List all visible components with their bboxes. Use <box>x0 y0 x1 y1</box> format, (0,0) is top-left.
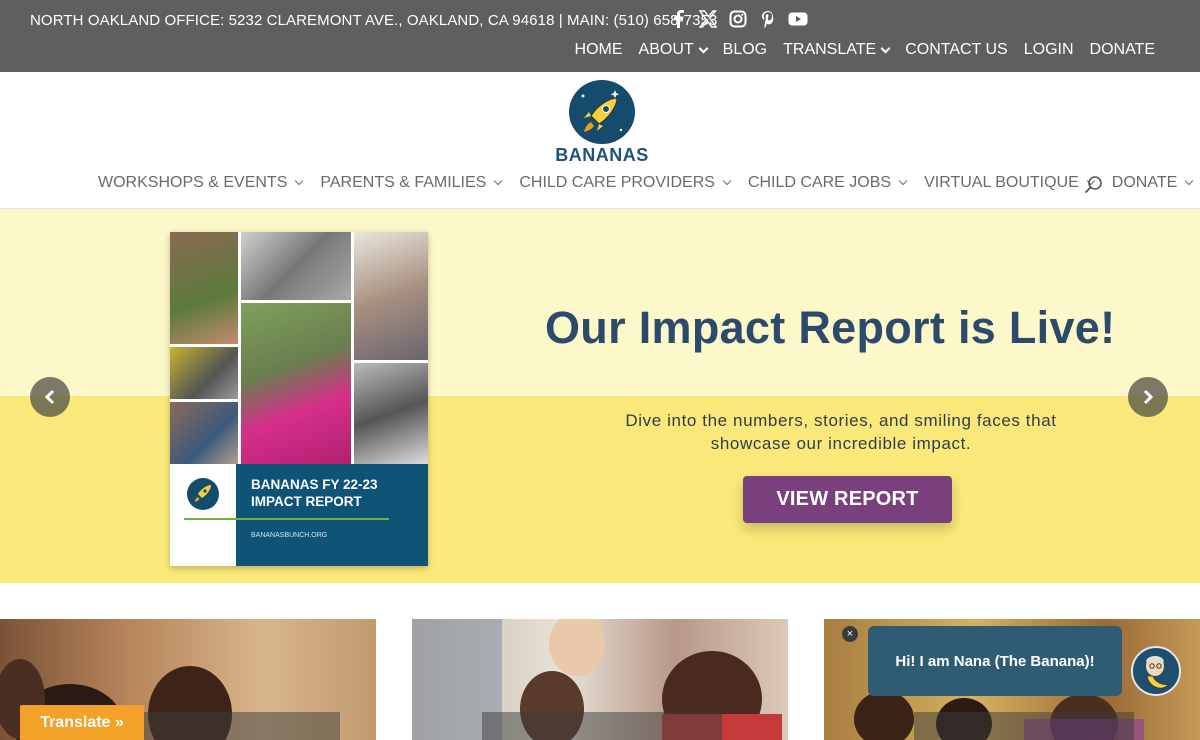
top-nav-donate[interactable]: DONATE <box>1090 41 1155 59</box>
view-report-button[interactable]: VIEW REPORT <box>743 476 952 523</box>
top-nav-blog[interactable]: BLOG <box>723 41 767 59</box>
top-nav-translate[interactable]: TRANSLATE <box>783 41 891 59</box>
hero-slider: BANANAS FY 22-23 IMPACT REPORT BANANASBU… <box>0 209 1200 583</box>
top-nav-label: TRANSLATE <box>783 41 877 58</box>
facebook-icon[interactable] <box>668 9 688 29</box>
chevron-down-icon <box>722 176 732 186</box>
nav-workshops-events[interactable]: WORKSHOPS & EVENTS <box>98 174 304 192</box>
nav-child-care-providers[interactable]: CHILD CARE PROVIDERS <box>519 174 732 192</box>
top-nav-label: HOME <box>574 41 623 58</box>
chevron-left-icon <box>44 389 55 405</box>
hero-subtitle: Dive into the numbers, stories, and smil… <box>625 411 1057 453</box>
nav-virtual-boutique[interactable]: VIRTUAL BOUTIQUE <box>924 174 1096 192</box>
feature-card-2[interactable] <box>412 619 788 740</box>
nav-parents-families[interactable]: PARENTS & FAMILIES <box>320 174 503 192</box>
chevron-down-icon <box>295 176 304 186</box>
collage-photo <box>170 347 238 399</box>
chevron-down-icon <box>1185 176 1194 186</box>
top-nav-home[interactable]: HOME <box>575 41 623 59</box>
rocket-icon <box>187 478 219 510</box>
nav-label: PARENTS & FAMILIES <box>320 174 487 191</box>
collage-photo <box>241 303 351 464</box>
pinterest-icon[interactable] <box>758 9 778 29</box>
x-icon[interactable] <box>698 9 718 29</box>
rocket-icon <box>569 80 635 144</box>
card-overlay <box>482 712 722 740</box>
nav-label: DONATE <box>1111 174 1178 191</box>
search-icon[interactable] <box>1084 175 1104 195</box>
main-navigation: WORKSHOPS & EVENTS PARENTS & FAMILIES CH… <box>98 174 1194 192</box>
nav-donate[interactable]: DONATE <box>1111 174 1194 192</box>
report-title: BANANAS FY 22-23 IMPACT REPORT <box>251 477 378 509</box>
top-nav-label: CONTACT US <box>905 41 1008 58</box>
top-navigation: HOME ABOUT BLOG TRANSLATE CONTACT US LOG… <box>575 41 1155 59</box>
chevron-down-icon <box>494 176 503 186</box>
top-nav-label: DONATE <box>1089 41 1155 58</box>
instagram-icon[interactable] <box>728 9 748 29</box>
translate-button[interactable]: Translate » <box>20 705 144 740</box>
top-nav-label: BLOG <box>722 41 768 58</box>
top-nav-about[interactable]: ABOUT <box>638 41 709 59</box>
top-nav-label: ABOUT <box>638 41 694 58</box>
report-url: BANANASBUNCH.ORG <box>251 532 328 539</box>
photo-collage <box>170 232 428 464</box>
hero-title: Our Impact Report is Live! <box>545 302 1116 353</box>
slider-next-button[interactable] <box>1128 377 1168 417</box>
top-nav-login[interactable]: LOGIN <box>1024 41 1074 59</box>
site-header: BANANAS WORKSHOPS & EVENTS PARENTS & FAM… <box>0 72 1200 209</box>
collage-photo <box>170 402 238 464</box>
chevron-down-icon <box>698 43 709 53</box>
social-links <box>668 9 808 29</box>
chevron-right-icon <box>1143 389 1154 405</box>
chevron-down-icon <box>898 176 908 186</box>
collage-photo <box>170 232 238 344</box>
nav-child-care-jobs[interactable]: CHILD CARE JOBS <box>747 174 908 192</box>
collage-photo <box>241 232 351 300</box>
collage-photo <box>354 363 428 464</box>
chevron-down-icon <box>880 43 891 53</box>
nav-label: CHILD CARE JOBS <box>747 174 892 191</box>
logo-text: BANANAS <box>555 145 649 165</box>
top-nav-contact-us[interactable]: CONTACT US <box>905 41 1008 59</box>
chatbot-avatar[interactable] <box>1131 646 1181 696</box>
nav-label: VIRTUAL BOUTIQUE <box>924 174 1079 191</box>
office-address: NORTH OAKLAND OFFICE: 5232 CLAREMONT AVE… <box>30 12 718 29</box>
divider-line <box>184 518 389 520</box>
slider-prev-button[interactable] <box>30 377 70 417</box>
nav-label: WORKSHOPS & EVENTS <box>98 174 288 191</box>
collage-photo <box>354 232 428 360</box>
nav-label: CHILD CARE PROVIDERS <box>519 174 715 191</box>
youtube-icon[interactable] <box>788 9 808 29</box>
top-nav-label: LOGIN <box>1023 41 1074 58</box>
top-bar: NORTH OAKLAND OFFICE: 5232 CLAREMONT AVE… <box>0 0 1200 72</box>
impact-report-cover[interactable]: BANANAS FY 22-23 IMPACT REPORT BANANASBU… <box>170 232 428 566</box>
chat-greeting[interactable]: Hi! I am Nana (The Banana)! <box>868 626 1122 696</box>
site-logo[interactable]: BANANAS <box>555 80 649 166</box>
card-overlay <box>914 712 1134 740</box>
close-icon[interactable]: × <box>842 626 858 642</box>
card-overlay <box>140 712 340 740</box>
